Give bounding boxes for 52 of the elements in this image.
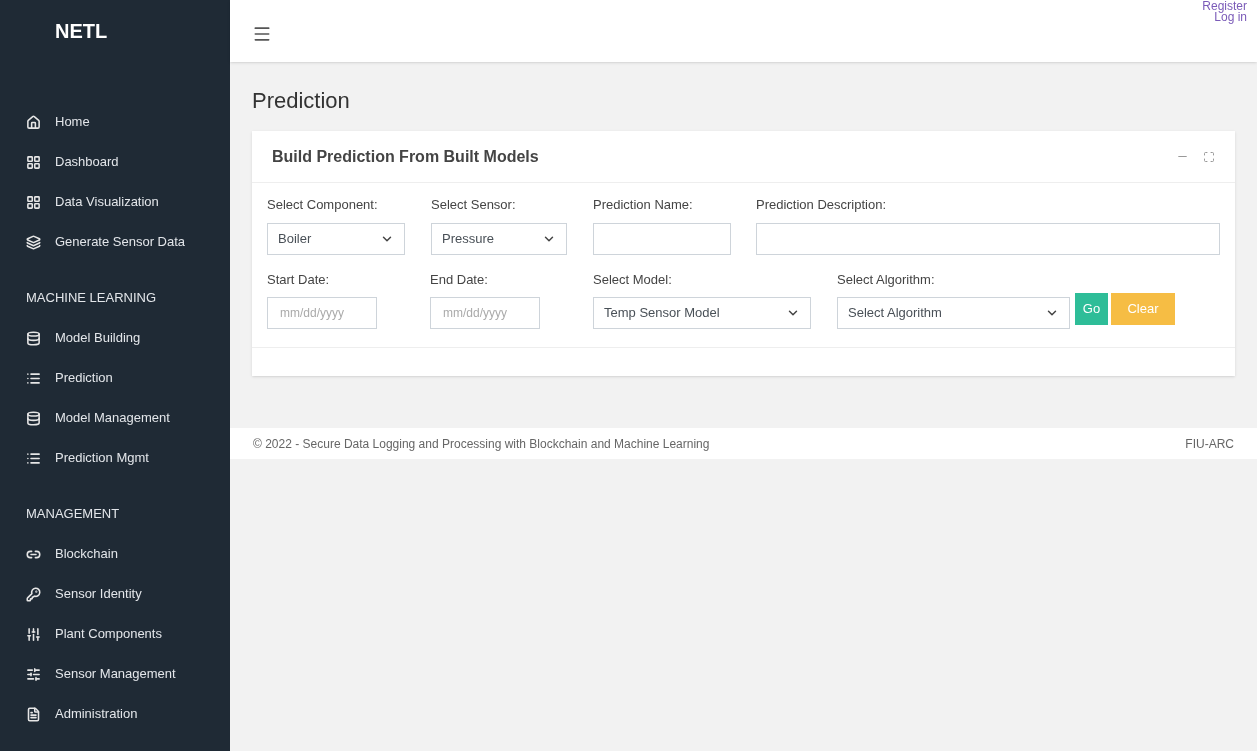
- document-icon: [26, 706, 41, 722]
- home-icon: [26, 114, 41, 130]
- grid-icon: [26, 154, 41, 170]
- dropdown[interactable]: Select Algorithm: [837, 297, 1070, 329]
- field-label: Select Sensor:: [431, 196, 517, 214]
- nav-item[interactable]: Blockchain: [0, 534, 230, 574]
- list-icon: [26, 370, 41, 386]
- sliders-icon: [26, 626, 41, 642]
- field-label: Start Date:: [267, 270, 331, 289]
- copyright-text: © 2022 - Secure Data Logging and Processing with Blockchain and Machine Learning: [253, 435, 710, 453]
- nav-item[interactable]: Home: [0, 102, 230, 142]
- nav-item[interactable]: Data Visualization: [0, 182, 230, 222]
- database-icon: [26, 330, 41, 346]
- section-heading: MACHINE LEARNING: [25, 289, 158, 308]
- nav-item[interactable]: Sensor Management: [0, 654, 230, 694]
- database-icon: [26, 410, 41, 426]
- dropdown[interactable]: Temp Sensor Model: [593, 297, 811, 329]
- nav-item[interactable]: Administration: [0, 694, 230, 734]
- nav-item[interactable]: Model Management: [0, 398, 230, 438]
- field-label: Prediction Description:: [756, 196, 888, 214]
- page-title: Prediction: [252, 87, 351, 115]
- card-title: Build Prediction From Built Models: [272, 146, 539, 167]
- nav-item[interactable]: Prediction Mgmt: [0, 438, 230, 478]
- nav-item[interactable]: Dashboard: [0, 142, 230, 182]
- field-label: Prediction Name:: [593, 196, 694, 214]
- auth-link[interactable]: Register: [1202, 1, 1247, 12]
- layers-icon: [26, 234, 41, 250]
- expand-icon[interactable]: [1203, 150, 1215, 163]
- list-icon: [26, 450, 41, 466]
- dropdown[interactable]: Pressure: [431, 222, 567, 255]
- brand-logo[interactable]: NETL: [55, 16, 108, 46]
- date-field[interactable]: mm/dd/yyyy: [430, 297, 540, 329]
- text-field[interactable]: [593, 222, 731, 255]
- field-label: Select Component:: [267, 196, 379, 214]
- section-heading: MANAGEMENT: [25, 505, 121, 524]
- nav-item[interactable]: Plant Components: [0, 614, 230, 654]
- auth-link[interactable]: Log in: [1214, 12, 1247, 23]
- nav-item[interactable]: Sensor Identity: [0, 574, 230, 614]
- field-label: Select Model:: [593, 270, 673, 289]
- nav-item[interactable]: Generate Sensor Data: [0, 222, 230, 262]
- nav-item[interactable]: Prediction: [0, 358, 230, 398]
- nav-item[interactable]: Model Building: [0, 318, 230, 358]
- field-label: Select Algorithm:: [837, 270, 936, 289]
- field-label: End Date:: [430, 270, 489, 289]
- menu-icon[interactable]: [252, 24, 272, 44]
- text-field[interactable]: [756, 222, 1220, 255]
- dropdown[interactable]: Boiler: [267, 222, 405, 255]
- date-field[interactable]: mm/dd/yyyy: [267, 297, 377, 329]
- sliders-icon: [26, 666, 41, 682]
- squares-icon: [26, 194, 41, 210]
- key-icon: [26, 586, 41, 602]
- organization-text: FIU-ARC: [1185, 435, 1234, 453]
